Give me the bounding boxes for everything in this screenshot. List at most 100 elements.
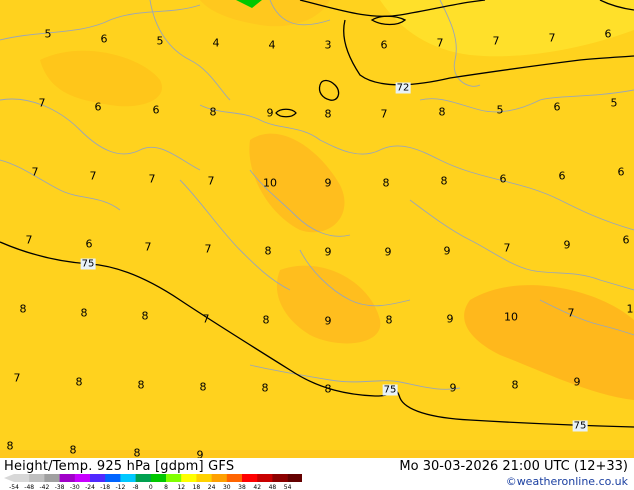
- temperature-value: 7: [567, 306, 575, 320]
- temperature-value: 4: [212, 36, 220, 50]
- temperature-value: 7: [25, 233, 33, 247]
- scale-tick-label: 8: [164, 484, 168, 490]
- temperature-value: 7: [204, 242, 212, 256]
- temperature-value: 8: [75, 375, 83, 389]
- temperature-value: 9: [563, 238, 571, 252]
- temperature-value: 9: [446, 312, 454, 326]
- scale-swatch: [287, 474, 302, 482]
- map-area[interactable]: 5 6 5 4 4 3 6 7 7 7 6 7 6 6 8 9 8 7 8 5 6 5 7 7 7 7 10 9 8 8 6 6 6 7 6 7 7 8 9…: [0, 0, 634, 458]
- scale-swatch: [181, 474, 197, 482]
- temperature-value: 5: [44, 27, 52, 41]
- temperature-value: 6: [100, 32, 108, 46]
- scale-tick-label: 54: [284, 484, 292, 490]
- temperature-value: 9: [384, 245, 392, 259]
- temperature-value: 7: [380, 107, 388, 121]
- scale-swatch: [226, 474, 243, 482]
- temperature-value: 6: [558, 169, 566, 183]
- temperature-value: 5: [156, 34, 164, 48]
- temperature-value: 6: [85, 237, 93, 251]
- scale-tick-label: 18: [193, 484, 201, 490]
- scale-swatch: [257, 474, 273, 482]
- scale-tick-label: -30: [70, 484, 80, 490]
- scale-swatch: [272, 474, 288, 482]
- temperature-value: 4: [268, 38, 276, 52]
- scale-tick-label: -42: [39, 484, 49, 490]
- temperature-value: 7: [436, 36, 444, 50]
- scale-tick-label: -24: [85, 484, 95, 490]
- scale-swatch: [14, 474, 30, 482]
- temperature-value: 5: [496, 103, 504, 117]
- temperature-value: 7: [202, 312, 210, 326]
- temperature-value: 9: [324, 245, 332, 259]
- scale-tick-label: 42: [253, 484, 261, 490]
- scale-tick-label: -18: [100, 484, 110, 490]
- credit-link[interactable]: ©weatheronline.co.uk: [506, 475, 628, 488]
- temperature-value: 8: [440, 174, 448, 188]
- temperature-value: 8: [80, 306, 88, 320]
- temperature-value: 8: [69, 443, 77, 457]
- scale-swatch: [74, 474, 91, 482]
- temperature-value: 6: [380, 38, 388, 52]
- temperature-value: 9: [324, 176, 332, 190]
- temperature-value: 8: [438, 105, 446, 119]
- temperature-value: 8: [133, 446, 141, 459]
- temperature-value: 8: [262, 313, 270, 327]
- contour-label-75-west: 75: [80, 258, 96, 270]
- temperature-field: [0, 0, 634, 458]
- scale-tick-label: 24: [208, 484, 216, 490]
- temperature-value: 8: [385, 313, 393, 327]
- temperature-value: 8: [19, 302, 27, 316]
- scale-swatch: [29, 474, 45, 482]
- scale-swatch: [166, 474, 182, 482]
- scale-swatch: [150, 474, 167, 482]
- temperature-value: 6: [604, 27, 612, 41]
- temperature-value: 8: [6, 439, 14, 453]
- temperature-value: 8: [209, 105, 217, 119]
- scale-tick-label: -54: [9, 484, 19, 490]
- scale-swatch: [120, 474, 136, 482]
- temperature-value: 6: [622, 233, 630, 247]
- temperature-value: 8: [141, 309, 149, 323]
- temperature-value: 10: [504, 310, 518, 324]
- scale-swatch: [44, 474, 60, 482]
- scale-swatch: [105, 474, 121, 482]
- scale-swatch: [196, 474, 212, 482]
- scale-tick-label: 38: [238, 484, 246, 490]
- contour-label-75-south: 75: [382, 384, 398, 396]
- temperature-value: 3: [324, 38, 332, 52]
- temperature-value: 6: [94, 100, 102, 114]
- temperature-value: 9: [266, 106, 274, 120]
- temperature-value: 6: [553, 100, 561, 114]
- temperature-value: 5: [610, 96, 618, 110]
- temperature-value: 8: [324, 382, 332, 396]
- scale-tick-label: 0: [149, 484, 153, 490]
- scale-tick-label: 30: [223, 484, 231, 490]
- map-title: Height/Temp. 925 hPa [gdpm] GFS: [4, 459, 235, 474]
- scale-tick-label: -8: [133, 484, 139, 490]
- scale-swatch: [59, 474, 76, 482]
- scale-tick-label: -12: [115, 484, 125, 490]
- temperature-value: 7: [13, 371, 21, 385]
- temperature-value: 7: [31, 165, 39, 179]
- temperature-value: 8: [324, 107, 332, 121]
- temperature-value: 9: [449, 381, 457, 395]
- temperature-value: 9: [196, 448, 204, 459]
- color-scale-legend: -54 -48 -42 -38 -30 -24 -18 -12 -8 0 8 12 18 24 30 38 42…: [4, 474, 302, 490]
- temperature-value: 9: [573, 375, 581, 389]
- scale-tick-label: -38: [55, 484, 65, 490]
- temperature-value: 8: [264, 244, 272, 258]
- temperature-value: 7: [89, 169, 97, 183]
- temperature-value: 7: [148, 172, 156, 186]
- temperature-value: 6: [617, 165, 625, 179]
- temperature-value: 8: [199, 380, 207, 394]
- temperature-value: 8: [511, 378, 519, 392]
- temperature-value: 9: [324, 314, 332, 328]
- scale-swatch: [242, 474, 258, 482]
- temperature-value: 7: [144, 240, 152, 254]
- footer-bar: Height/Temp. 925 hPa [gdpm] GFS Mo 30-03…: [0, 458, 634, 490]
- scale-swatch: [135, 474, 152, 482]
- temperature-value: 7: [207, 174, 215, 188]
- temperature-value: 8: [137, 378, 145, 392]
- scale-swatch: [90, 474, 106, 482]
- temperature-value: 1: [626, 302, 634, 316]
